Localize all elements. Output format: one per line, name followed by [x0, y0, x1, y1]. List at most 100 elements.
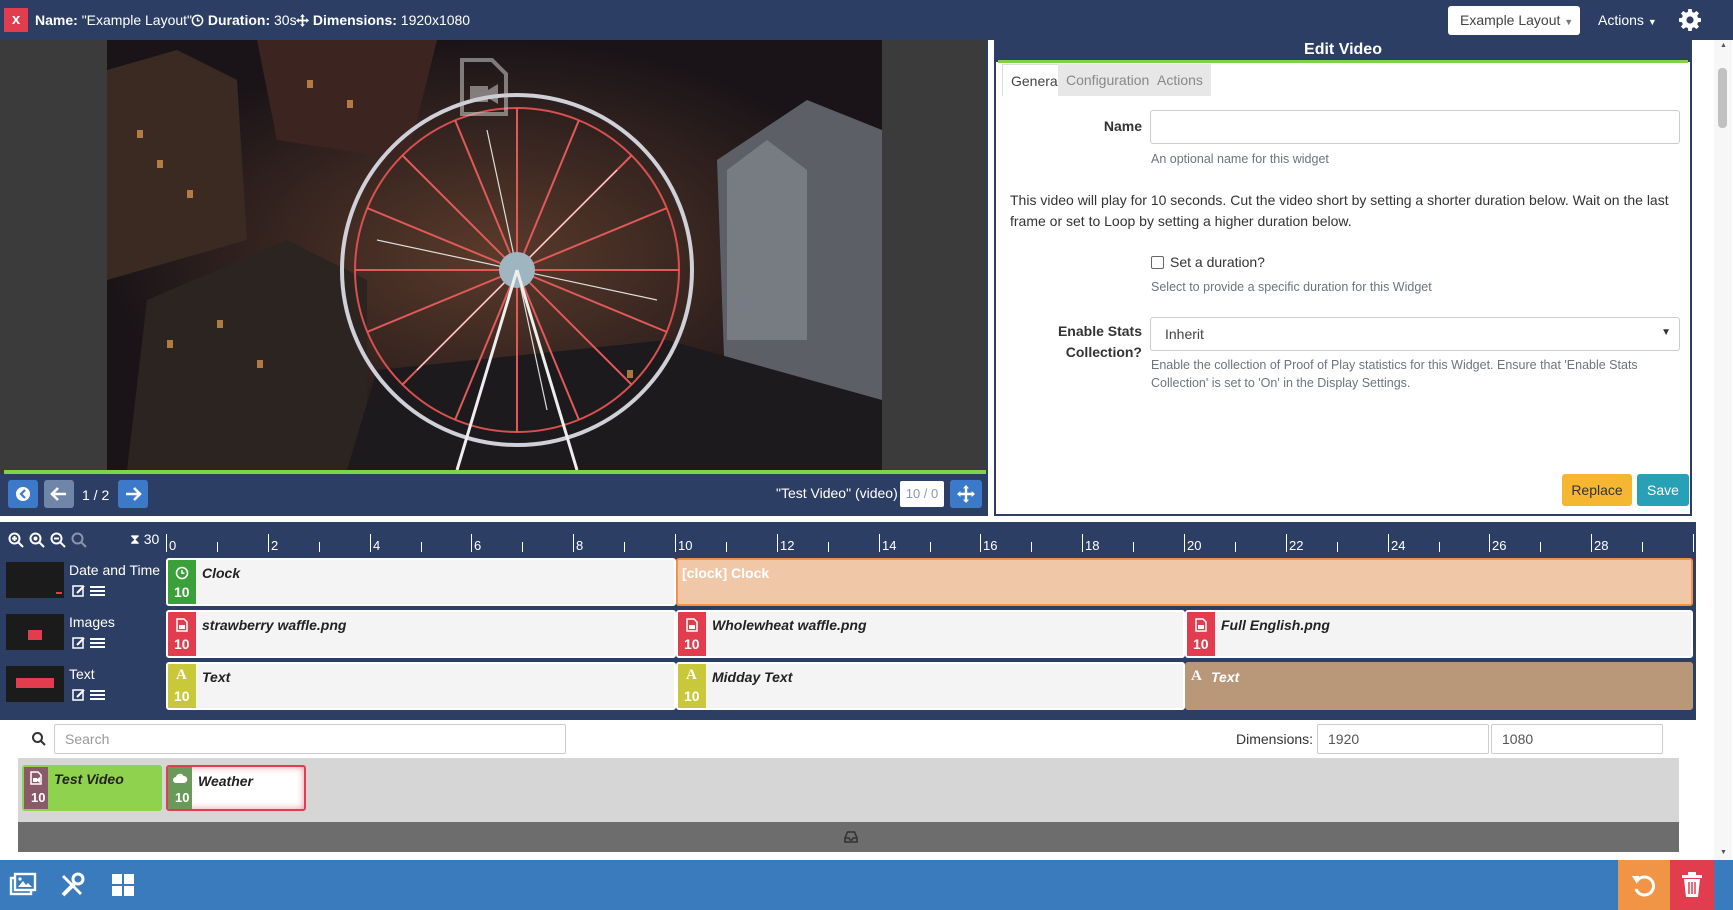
ruler-tick	[1235, 542, 1236, 552]
name-input[interactable]	[1150, 110, 1680, 144]
clock-icon	[191, 14, 204, 27]
ruler-tick	[879, 534, 880, 552]
back-button[interactable]	[8, 480, 38, 508]
ruler-tick	[1133, 542, 1134, 552]
media-library-icon[interactable]	[8, 870, 38, 900]
tab-actions[interactable]: Actions	[1149, 64, 1211, 96]
toolbox-widget-test-video[interactable]: 10 Test Video	[22, 765, 162, 811]
duration-value: 30s	[274, 12, 297, 28]
region-date-and-time[interactable]: Date and Time	[4, 558, 164, 606]
toolbox-widget-weather[interactable]: 10 Weather	[166, 765, 306, 811]
caret-down-icon: ▼	[1647, 17, 1657, 27]
name-label: Name:	[35, 12, 78, 28]
timeline-widget-midday-text[interactable]: A 10 Midday Text	[676, 662, 1185, 710]
layout-grid-icon[interactable]	[108, 870, 138, 900]
previous-page-button[interactable]	[44, 480, 74, 508]
ruler-tick	[370, 534, 371, 552]
ruler-tick	[319, 542, 320, 552]
name-help: An optional name for this widget	[1151, 152, 1329, 166]
inbox-icon[interactable]	[844, 831, 858, 843]
actions-menu-label: Actions	[1598, 12, 1644, 28]
ruler-tick	[268, 534, 269, 552]
search-input[interactable]: Search	[54, 724, 566, 754]
region-name: Text	[69, 666, 95, 682]
circle-arrow-left-icon	[16, 487, 30, 501]
save-button[interactable]: Save	[1637, 474, 1689, 506]
timeline-widget-strawberry-waffle[interactable]: 10 strawberry waffle.png	[166, 610, 676, 658]
cloud-icon	[173, 773, 188, 783]
height-input[interactable]: 1080	[1491, 724, 1663, 754]
region-name: Date and Time	[69, 562, 161, 578]
zoom-reset-icon[interactable]	[71, 532, 87, 548]
tab-configuration[interactable]: Configuration	[1058, 64, 1158, 96]
timeline-widget-clock[interactable]: 10 Clock	[166, 558, 676, 606]
edit-list-icons[interactable]	[72, 688, 106, 702]
region-text[interactable]: Text	[4, 662, 164, 710]
layout-select[interactable]: Example Layout ▼	[1448, 6, 1580, 35]
timeline-widget-clock-repeat[interactable]: [clock] Clock	[676, 558, 1693, 606]
ruler-tick	[675, 534, 676, 552]
dimensions-value: 1920x1080	[400, 12, 471, 28]
edit-list-icons[interactable]	[72, 636, 106, 650]
ruler-label: 12	[780, 538, 795, 553]
video-file-icon	[30, 771, 42, 785]
ruler-tick	[980, 534, 981, 552]
tools-icon[interactable]	[58, 870, 88, 900]
widget-duration: 10	[31, 790, 46, 805]
timeline-widget-wholewheat-waffle[interactable]: 10 Wholewheat waffle.png	[676, 610, 1185, 658]
ruler-tick	[1031, 542, 1032, 552]
widget-duration: 10	[684, 636, 700, 652]
zoom-out-icon[interactable]	[50, 532, 66, 548]
ruler-tick	[573, 534, 574, 552]
delete-button[interactable]	[1670, 860, 1714, 910]
ruler-tick	[828, 542, 829, 552]
ruler-tick	[1439, 542, 1440, 552]
stats-label-line-1: Enable Stats	[1057, 323, 1142, 339]
scroll-down-icon[interactable]: ▼	[1720, 849, 1727, 856]
scroll-up-icon[interactable]: ▲	[1720, 42, 1727, 49]
scrollbar-thumb[interactable]	[1718, 68, 1727, 128]
set-duration-checkbox[interactable]	[1151, 256, 1164, 269]
ruler-label: 14	[882, 538, 897, 553]
ruler-label: 6	[474, 538, 482, 553]
region-images[interactable]: Images	[4, 610, 164, 658]
edit-list-icons[interactable]	[72, 584, 106, 598]
timeline-widget-full-english[interactable]: 10 Full English.png	[1185, 610, 1693, 658]
widget-duration: 10	[684, 688, 700, 704]
actions-menu[interactable]: Actions ▼	[1598, 12, 1657, 28]
widget-duration: 10	[175, 790, 190, 805]
bottom-toolbar	[0, 860, 1733, 910]
widget-duration: 10	[174, 584, 190, 600]
video-preview[interactable]	[107, 40, 882, 470]
stats-select[interactable]: Inherit ▼	[1150, 317, 1680, 351]
ruler-tick	[1082, 534, 1083, 552]
width-input[interactable]: 1920	[1317, 724, 1489, 754]
ruler-tick	[1540, 542, 1541, 552]
timeline-widget-text-repeat[interactable]: A Text	[1185, 662, 1693, 710]
ruler-label: 26	[1492, 538, 1507, 553]
widget-side: 10	[168, 612, 196, 656]
zoom-fit-icon[interactable]	[29, 532, 45, 548]
close-button[interactable]: x	[4, 8, 28, 32]
ruler-tick	[1693, 534, 1694, 552]
page-scrollbar[interactable]: ▲ ▼	[1714, 40, 1732, 860]
move-arrows-icon	[957, 485, 975, 503]
replace-button[interactable]: Replace	[1562, 474, 1632, 506]
move-button[interactable]	[950, 480, 982, 508]
trash-icon	[1682, 872, 1702, 897]
viewer-navigation: 1 / 2 "Test Video" (video) 10 / 0	[0, 474, 988, 516]
ruler-label: 18	[1085, 538, 1100, 553]
revert-button[interactable]	[1618, 860, 1670, 910]
next-page-button[interactable]	[118, 480, 148, 508]
widget-name: Full English.png	[1221, 617, 1330, 633]
gear-icon[interactable]	[1678, 8, 1702, 32]
timeline: ⧗ 30 0 2 4 6 8 10 12 14 16 18 20 22 24 26 28 Date and …	[0, 522, 1696, 720]
name-value: "Example Layout"	[81, 12, 193, 28]
region-name: Images	[69, 614, 115, 630]
duration-description: This video will play for 10 seconds. Cut…	[1010, 192, 1669, 229]
set-duration-label[interactable]: Set a duration?	[1170, 254, 1265, 270]
timeline-widget-text[interactable]: A 10 Text	[166, 662, 676, 710]
stats-help: Enable the collection of Proof of Play s…	[1151, 358, 1638, 390]
stats-select-value: Inherit	[1165, 326, 1204, 342]
zoom-in-icon[interactable]	[8, 532, 24, 548]
